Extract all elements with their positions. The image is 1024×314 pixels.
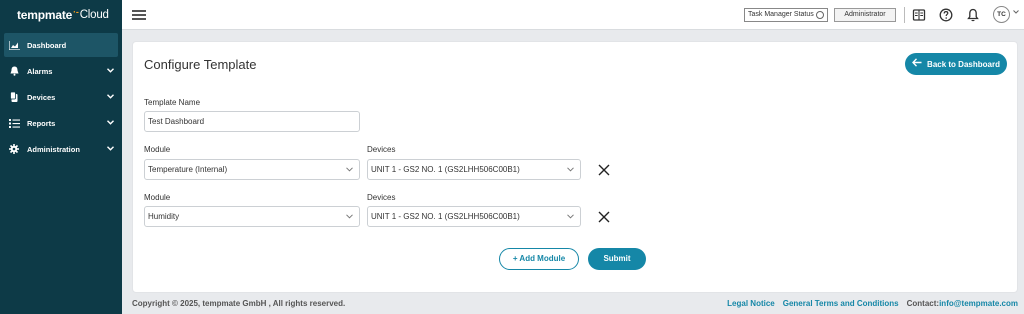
logo-suffix: Cloud [79,9,109,21]
module-label: Module [144,193,171,202]
bell-icon [7,66,21,76]
avatar[interactable]: TC [993,6,1010,23]
contact-email-link[interactable]: info@tempmate.com [939,299,1018,308]
task-manager-status-label: Task Manager Status [748,11,814,18]
logo-dot: ·- [73,7,79,17]
chart-icon [7,40,21,50]
sidebar-item-label: Administration [27,144,80,154]
divider [904,7,905,23]
devices-label: Devices [367,193,396,202]
legal-notice-link[interactable]: Legal Notice [727,299,775,308]
device-icon [7,92,21,102]
sidebar-item-label: Alarms [27,66,53,76]
chevron-down-icon [107,67,114,75]
chevron-down-icon [107,93,114,101]
footer-copyright: Copyright © 2025, tempmate GmbH , All ri… [132,299,346,308]
sidebar: tempmate ·- Cloud Dashboard Alarms Devic… [0,0,122,314]
chevron-down-icon [567,160,574,179]
devices-select-value: UNIT 1 - GS2 NO. 1 (GS2LHH506C00B1) [371,212,520,221]
configure-template-card: Configure Template Back to Dashboard Tem… [132,41,1018,293]
chevron-down-icon [346,160,353,179]
page-title: Configure Template [144,57,257,72]
devices-select[interactable]: UNIT 1 - GS2 NO. 1 (GS2LHH506C00B1) [367,159,581,180]
module-select-value: Temperature (Internal) [148,165,228,174]
sidebar-item-administration[interactable]: Administration [4,137,118,161]
contact-label: Contact: [906,299,940,308]
chevron-down-icon [107,119,114,127]
book-icon[interactable] [912,8,926,22]
logo: tempmate ·- Cloud [0,0,122,30]
top-header: Task Manager Status Administrator TC [122,0,1024,30]
task-manager-status-toggle[interactable]: Task Manager Status [744,8,828,22]
module-select-value: Humidity [148,212,180,221]
devices-label: Devices [367,145,396,154]
sidebar-item-devices[interactable]: Devices [4,85,118,109]
remove-module-close-icon[interactable] [598,210,610,223]
submit-button[interactable]: Submit [588,248,646,270]
arrow-left-icon [912,58,922,70]
chevron-down-icon [107,145,114,153]
sidebar-item-reports[interactable]: Reports [4,111,118,135]
module-label: Module [144,145,171,154]
back-to-dashboard-button[interactable]: Back to Dashboard [905,53,1007,75]
hamburger-menu-icon[interactable] [132,10,146,20]
module-select[interactable]: Humidity [144,206,360,227]
list-icon [7,118,21,128]
sidebar-item-alarms[interactable]: Alarms [4,59,118,83]
radio-icon [816,11,824,19]
devices-select-value: UNIT 1 - GS2 NO. 1 (GS2LHH506C00B1) [371,165,520,174]
template-name-label: Template Name [144,98,201,107]
chevron-down-icon [346,207,353,226]
footer-links: Legal Notice General Terms and Condition… [727,299,1018,308]
chevron-down-icon [567,207,574,226]
devices-select[interactable]: UNIT 1 - GS2 NO. 1 (GS2LHH506C00B1) [367,206,581,227]
logo-brand: tempmate [17,8,73,22]
sidebar-item-label: Dashboard [27,40,67,50]
sidebar-item-label: Devices [27,92,56,102]
role-button[interactable]: Administrator [834,8,896,22]
sidebar-item-label: Reports [27,118,56,128]
sidebar-item-dashboard[interactable]: Dashboard [4,33,118,57]
chevron-down-icon[interactable] [1013,10,1019,16]
notification-bell-icon[interactable] [966,8,980,22]
module-select[interactable]: Temperature (Internal) [144,159,360,180]
help-icon[interactable] [939,8,953,22]
terms-link[interactable]: General Terms and Conditions [783,299,899,308]
remove-module-close-icon[interactable] [598,163,610,176]
back-to-dashboard-label: Back to Dashboard [927,59,1000,69]
gear-icon [7,144,21,154]
template-name-input[interactable]: Test Dashboard [144,111,360,132]
add-module-button[interactable]: + Add Module [499,248,579,270]
